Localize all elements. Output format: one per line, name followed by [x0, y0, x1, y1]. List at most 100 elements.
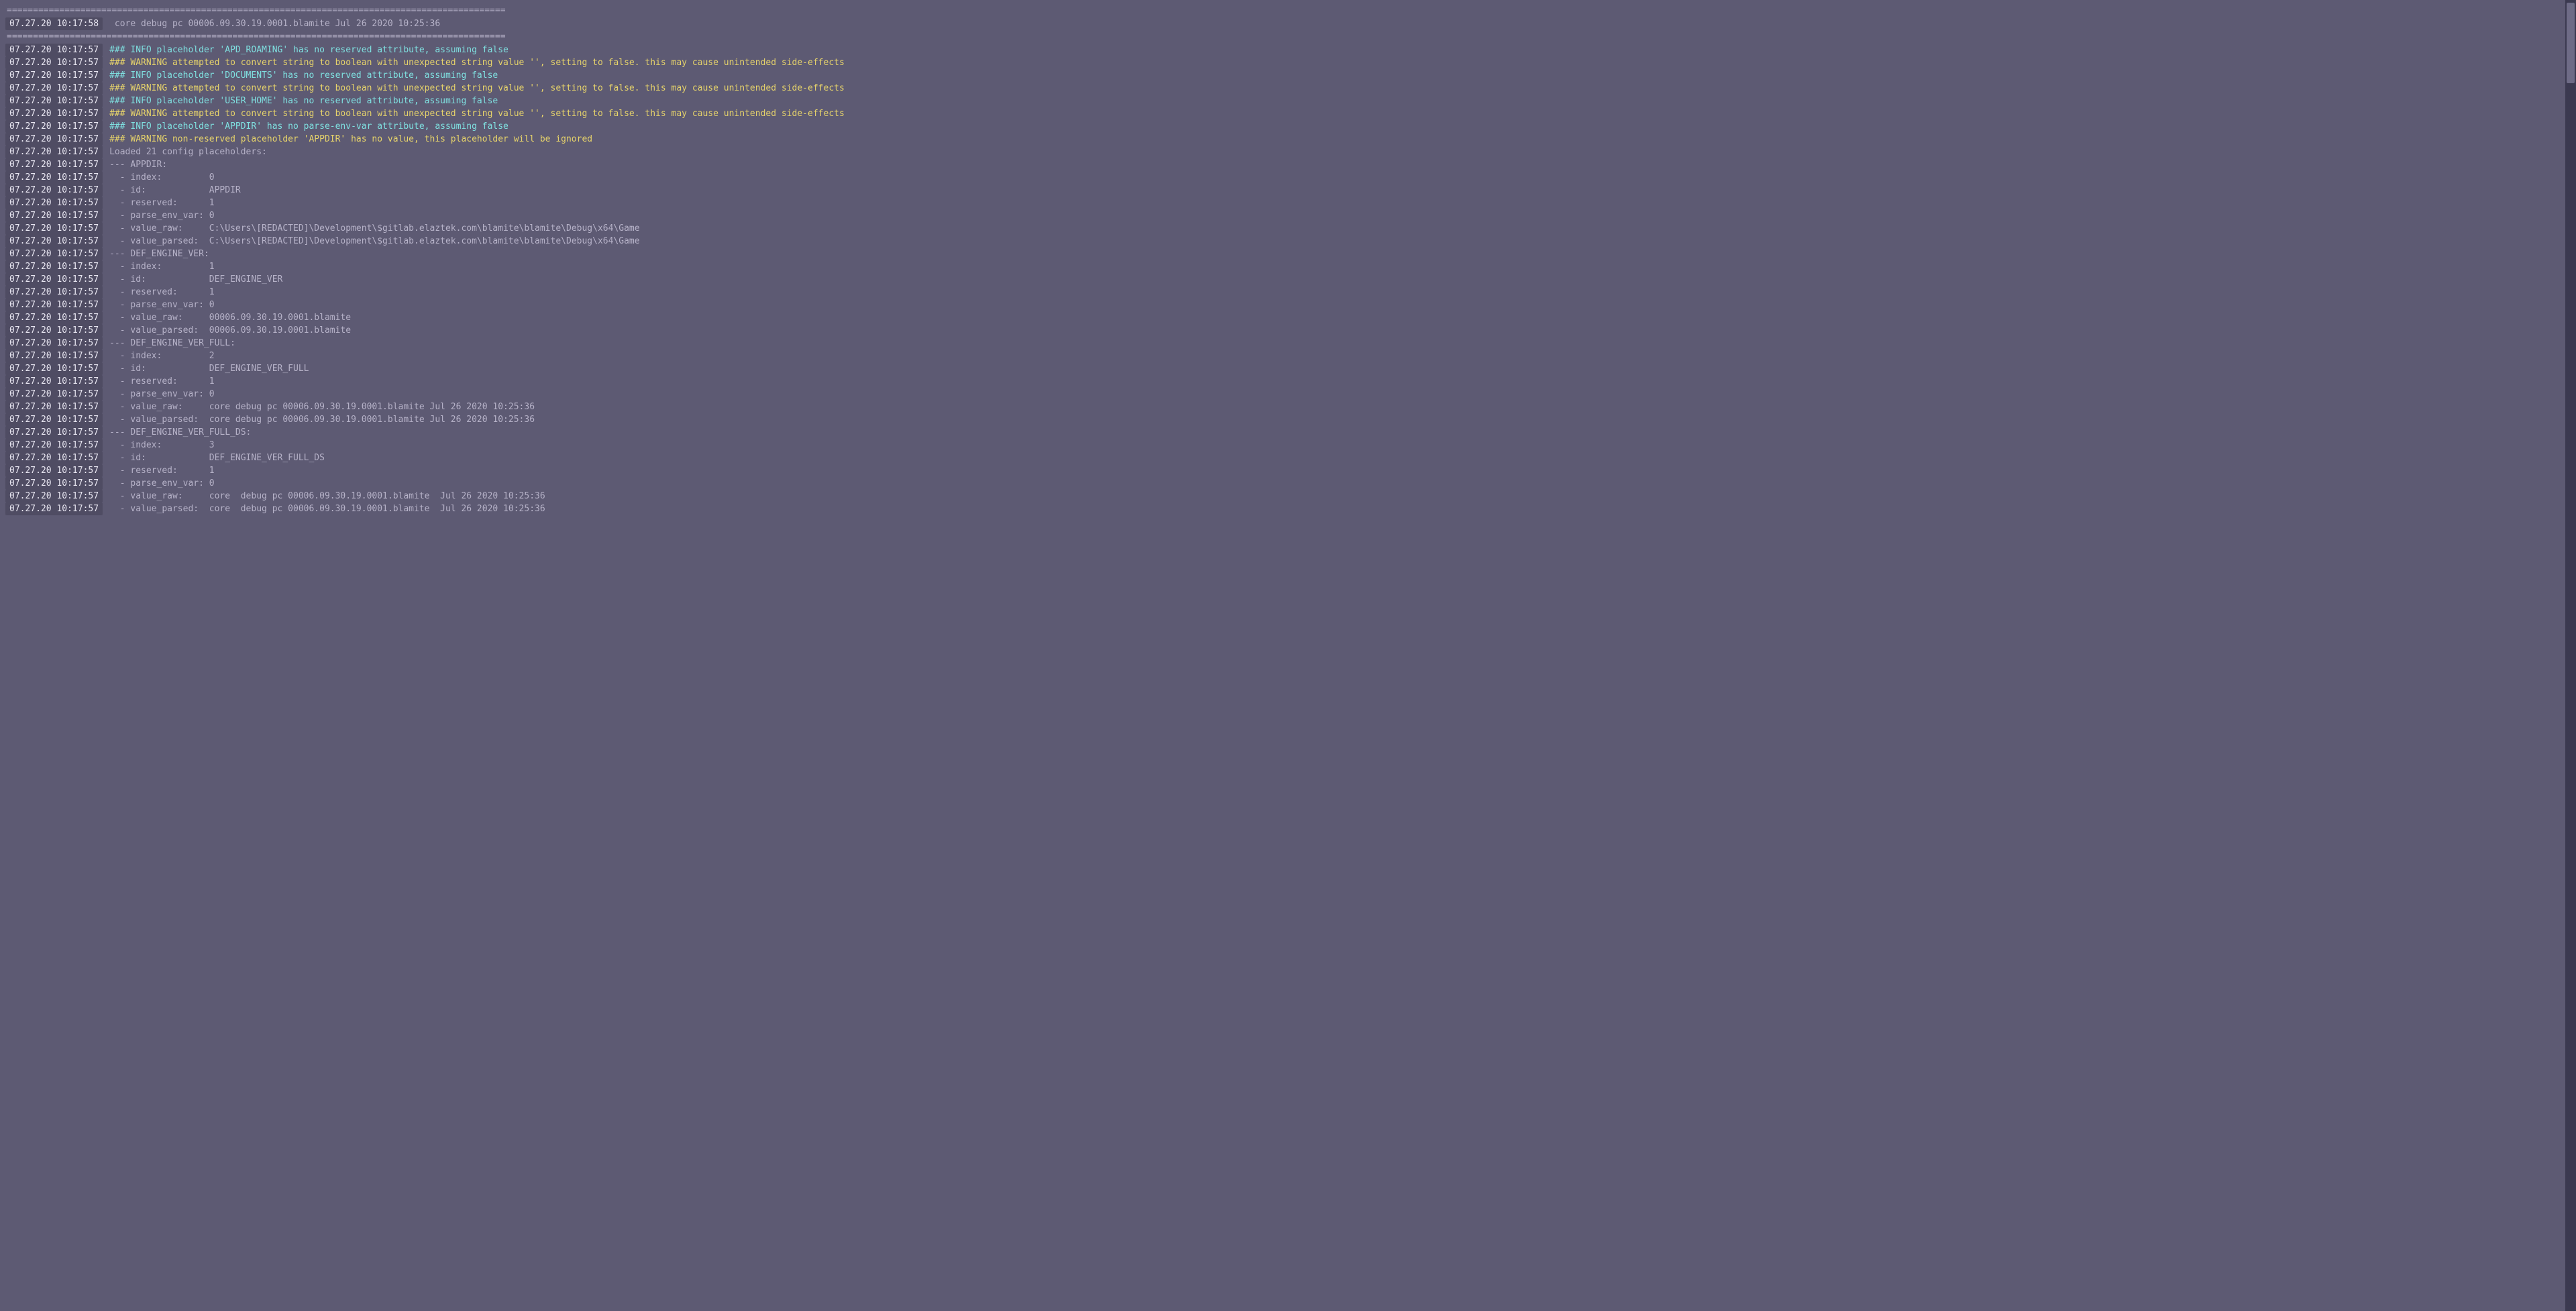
log-message: - value_parsed: C:\Users\[REDACTED]\Deve… — [109, 235, 640, 248]
log-line: 07.27.20 10:17:57 - index: 1 — [5, 260, 2571, 273]
log-line: 07.27.20 10:17:57 - value_raw: C:\Users\… — [5, 222, 2571, 235]
log-line: 07.27.20 10:17:57 ### WARNING attempted t… — [5, 56, 2571, 69]
log-line: 07.27.20 10:17:57 - reserved: 1 — [5, 197, 2571, 209]
log-message: ### INFO placeholder 'APPDIR' has no par… — [109, 120, 508, 133]
log-timestamp: 07.27.20 10:17:57 — [5, 337, 103, 350]
log-timestamp: 07.27.20 10:17:57 — [5, 158, 103, 171]
log-message: - reserved: 1 — [109, 286, 215, 299]
log-line: 07.27.20 10:17:57 --- DEF_ENGINE_VER_FULL… — [5, 337, 2571, 350]
log-message: ### WARNING non-reserved placeholder 'AP… — [109, 133, 592, 146]
log-message: - value_parsed: core debug pc 00006.09.3… — [109, 503, 545, 515]
log-line: 07.27.20 10:17:57 - parse_env_var: 0 — [5, 388, 2571, 401]
log-message: - value_raw: 00006.09.30.19.0001.blamite — [109, 311, 351, 324]
log-timestamp: 07.27.20 10:17:57 — [5, 197, 103, 209]
log-message: - id: APPDIR — [109, 184, 241, 197]
log-line: 07.27.20 10:17:57 - reserved: 1 — [5, 375, 2571, 388]
log-message: ### WARNING attempted to convert string … — [109, 107, 845, 120]
log-line: 07.27.20 10:17:57 - index: 0 — [5, 171, 2571, 184]
log-line: 07.27.20 10:17:57 - reserved: 1 — [5, 464, 2571, 477]
log-timestamp: 07.27.20 10:17:57 — [5, 44, 103, 56]
log-timestamp: 07.27.20 10:17:57 — [5, 95, 103, 107]
log-timestamp: 07.27.20 10:17:57 — [5, 56, 103, 69]
log-line: 07.27.20 10:17:57 ### INFO placeholder 'A… — [5, 120, 2571, 133]
log-timestamp: 07.27.20 10:17:57 — [5, 375, 103, 388]
log-message: - parse_env_var: 0 — [109, 299, 215, 311]
log-message: --- DEF_ENGINE_VER_FULL: — [109, 337, 235, 350]
log-message: - value_raw: core debug pc 00006.09.30.1… — [109, 490, 545, 503]
log-timestamp: 07.27.20 10:17:57 — [5, 248, 103, 260]
log-console: ========================================… — [0, 0, 2576, 515]
log-line: 07.27.20 10:17:57 --- DEF_ENGINE_VER: — [5, 248, 2571, 260]
log-line: 07.27.20 10:17:57 - value_parsed: C:\Use… — [5, 235, 2571, 248]
log-message: ### WARNING attempted to convert string … — [109, 82, 845, 95]
log-timestamp: 07.27.20 10:17:57 — [5, 477, 103, 490]
log-timestamp: 07.27.20 10:17:57 — [5, 350, 103, 362]
log-message: - parse_env_var: 0 — [109, 388, 215, 401]
log-message: ### WARNING attempted to convert string … — [109, 56, 845, 69]
log-message: - id: DEF_ENGINE_VER_FULL — [109, 362, 309, 375]
log-timestamp: 07.27.20 10:17:57 — [5, 452, 103, 464]
rule-line: ========================================… — [5, 30, 2571, 43]
log-message: ### INFO placeholder 'APD_ROAMING' has n… — [109, 44, 508, 56]
log-line: 07.27.20 10:17:57 - reserved: 1 — [5, 286, 2571, 299]
log-line: 07.27.20 10:17:57### WARNING non-reserve… — [5, 133, 2571, 146]
log-timestamp: 07.27.20 10:17:57 — [5, 464, 103, 477]
log-line: 07.27.20 10:17:57 --- APPDIR: — [5, 158, 2571, 171]
log-timestamp: 07.27.20 10:17:57 — [5, 235, 103, 248]
log-line: 07.27.20 10:17:58 core debug pc 00006.09… — [5, 17, 2571, 30]
log-timestamp: 07.27.20 10:17:57 — [5, 171, 103, 184]
log-message: --- DEF_ENGINE_VER: — [109, 248, 209, 260]
log-line: 07.27.20 10:17:57 --- DEF_ENGINE_VER_FULL… — [5, 426, 2571, 439]
log-timestamp: 07.27.20 10:17:57 — [5, 426, 103, 439]
log-line: 07.27.20 10:17:57 - parse_env_var: 0 — [5, 299, 2571, 311]
log-line: 07.27.20 10:17:57 - id: APPDIR — [5, 184, 2571, 197]
log-message: - value_parsed: core debug pc 00006.09.3… — [109, 413, 535, 426]
log-timestamp: 07.27.20 10:17:57 — [5, 388, 103, 401]
log-timestamp: 07.27.20 10:17:57 — [5, 299, 103, 311]
log-message: ### INFO placeholder 'USER_HOME' has no … — [109, 95, 498, 107]
log-line: 07.27.20 10:17:57 Loaded 21 config placeh… — [5, 146, 2571, 158]
log-message: - id: DEF_ENGINE_VER_FULL_DS — [109, 452, 325, 464]
log-message: - index: 3 — [109, 439, 215, 452]
log-line: 07.27.20 10:17:57 - value_parsed: core d… — [5, 413, 2571, 426]
log-message: ### INFO placeholder 'DOCUMENTS' has no … — [109, 69, 498, 82]
log-line: 07.27.20 10:17:57 - index: 2 — [5, 350, 2571, 362]
log-message: Loaded 21 config placeholders: — [109, 146, 267, 158]
log-timestamp: 07.27.20 10:17:57 — [5, 69, 103, 82]
log-message: - reserved: 1 — [109, 464, 215, 477]
log-timestamp: 07.27.20 10:17:57 — [5, 324, 103, 337]
log-timestamp: 07.27.20 10:17:57 — [5, 413, 103, 426]
log-timestamp: 07.27.20 10:17:57 — [5, 503, 103, 515]
log-timestamp: 07.27.20 10:17:57 — [5, 184, 103, 197]
log-line: 07.27.20 10:17:57 - id: DEF_ENGINE_VER — [5, 273, 2571, 286]
log-message: - id: DEF_ENGINE_VER — [109, 273, 282, 286]
log-line: 07.27.20 10:17:57 - value_raw: 00006.09.… — [5, 311, 2571, 324]
log-message: - reserved: 1 — [109, 197, 215, 209]
log-line: 07.27.20 10:17:57 - value_parsed: core d… — [5, 503, 2571, 515]
log-timestamp: 07.27.20 10:17:57 — [5, 273, 103, 286]
vertical-scrollbar[interactable] — [2565, 0, 2576, 1311]
log-timestamp: 07.27.20 10:17:58 — [5, 17, 103, 30]
log-message: - index: 1 — [109, 260, 215, 273]
log-line: 07.27.20 10:17:57 ### INFO placeholder 'U… — [5, 95, 2571, 107]
log-line: 07.27.20 10:17:57 - value_raw: core debu… — [5, 490, 2571, 503]
log-message: - index: 2 — [109, 350, 215, 362]
log-line: 07.27.20 10:17:57 ### WARNING attempted t… — [5, 82, 2571, 95]
log-message: - value_parsed: 00006.09.30.19.0001.blam… — [109, 324, 351, 337]
log-timestamp: 07.27.20 10:17:57 — [5, 286, 103, 299]
log-timestamp: 07.27.20 10:17:57 — [5, 120, 103, 133]
log-timestamp: 07.27.20 10:17:57 — [5, 260, 103, 273]
log-message: --- DEF_ENGINE_VER_FULL_DS: — [109, 426, 251, 439]
log-message: --- APPDIR: — [109, 158, 167, 171]
log-timestamp: 07.27.20 10:17:57 — [5, 107, 103, 120]
log-line: 07.27.20 10:17:57 - value_parsed: 00006.… — [5, 324, 2571, 337]
log-timestamp: 07.27.20 10:17:57 — [5, 146, 103, 158]
log-line: 07.27.20 10:17:57 ### INFO placeholder 'D… — [5, 69, 2571, 82]
log-timestamp: 07.27.20 10:17:57 — [5, 222, 103, 235]
log-timestamp: 07.27.20 10:17:57 — [5, 82, 103, 95]
scrollbar-thumb[interactable] — [2567, 3, 2575, 83]
log-line: 07.27.20 10:17:57 - id: DEF_ENGINE_VER_F… — [5, 452, 2571, 464]
log-line: 07.27.20 10:17:57 ### INFO placeholder 'A… — [5, 44, 2571, 56]
log-timestamp: 07.27.20 10:17:57 — [5, 401, 103, 413]
log-timestamp: 07.27.20 10:17:57 — [5, 209, 103, 222]
